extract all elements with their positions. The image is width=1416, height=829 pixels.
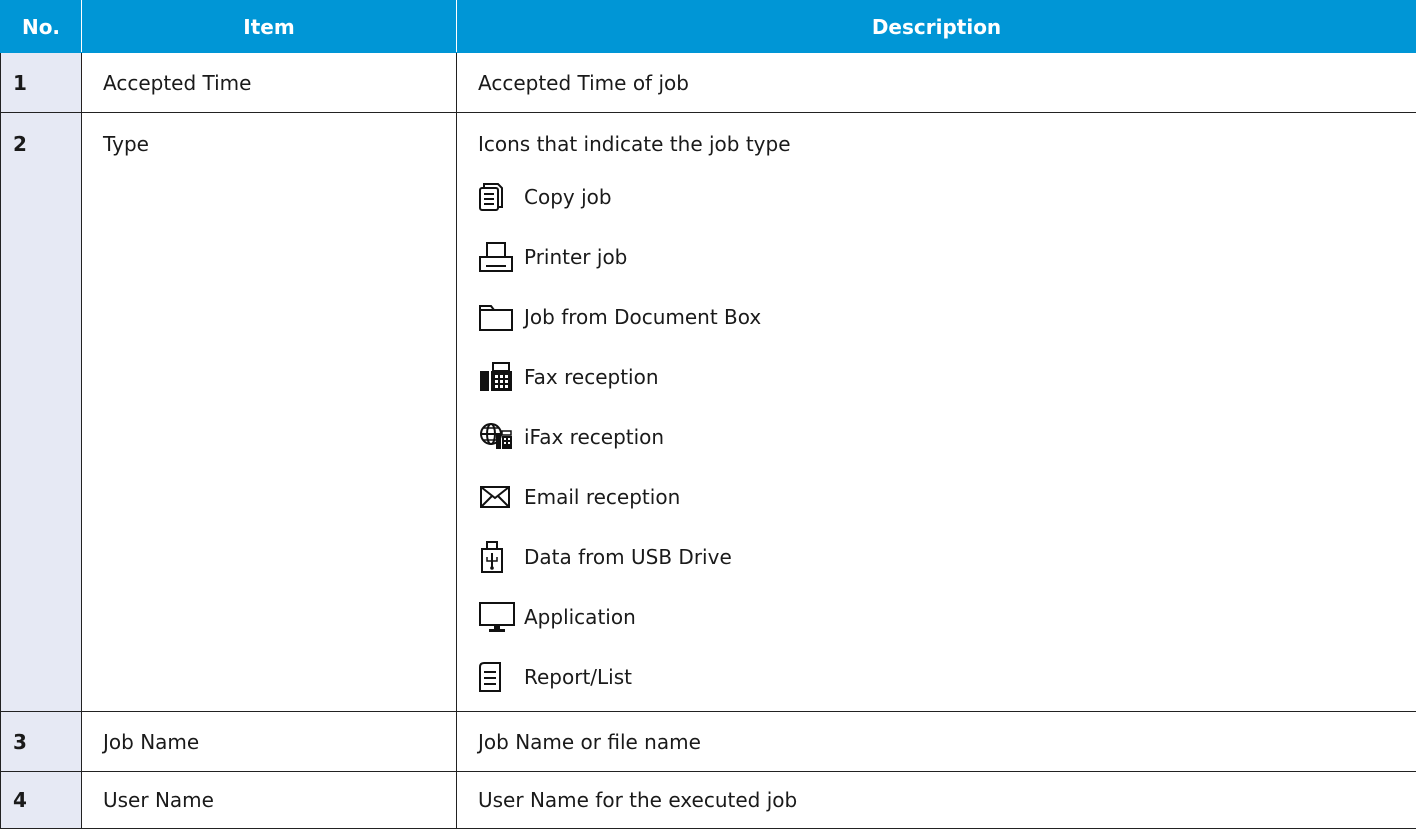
printer-icon <box>478 240 518 274</box>
row-item: Job Name <box>82 712 457 772</box>
copy-job-icon <box>478 180 518 214</box>
row-description: Accepted Time of job <box>457 53 1416 113</box>
list-item: Printer job <box>478 227 1416 287</box>
table-row: 4 User Name User Name for the executed j… <box>1 772 1416 829</box>
folder-icon <box>478 300 518 334</box>
row-number: 3 <box>1 712 82 772</box>
usb-drive-icon <box>478 540 518 574</box>
list-item: Report/List <box>478 647 1416 707</box>
job-type-list: Copy job Printer job Job from Document B… <box>478 167 1416 711</box>
job-type-label: Job from Document Box <box>524 304 761 330</box>
header-description: Description <box>457 1 1416 53</box>
job-type-label: Data from USB Drive <box>524 544 732 570</box>
job-type-label: Printer job <box>524 244 627 270</box>
report-list-icon <box>478 660 518 694</box>
list-item: iFax reception <box>478 407 1416 467</box>
row-description: Job Name or file name <box>457 712 1416 772</box>
monitor-icon <box>478 600 518 634</box>
row-item: User Name <box>82 772 457 829</box>
row-description: User Name for the executed job <box>457 772 1416 829</box>
list-item: Job from Document Box <box>478 287 1416 347</box>
table-row: 2 Type Icons that indicate the job type … <box>1 113 1416 712</box>
job-type-label: Email reception <box>524 484 680 510</box>
row-number: 2 <box>1 113 82 712</box>
row-number: 1 <box>1 53 82 113</box>
table-row: 3 Job Name Job Name or file name <box>1 712 1416 772</box>
table-header-row: No. Item Description <box>1 1 1416 53</box>
row-number: 4 <box>1 772 82 829</box>
header-item: Item <box>82 1 457 53</box>
email-envelope-icon <box>478 480 518 514</box>
job-type-label: iFax reception <box>524 424 664 450</box>
job-type-label: Copy job <box>524 184 612 210</box>
job-type-label: Application <box>524 604 636 630</box>
row-item: Accepted Time <box>82 53 457 113</box>
fax-icon <box>478 360 518 394</box>
list-item: Copy job <box>478 167 1416 227</box>
job-type-label: Report/List <box>524 664 632 690</box>
header-no: No. <box>1 1 82 53</box>
ifax-globe-icon <box>478 420 518 454</box>
row-description: Icons that indicate the job type Copy jo… <box>457 113 1416 712</box>
list-item: Fax reception <box>478 347 1416 407</box>
row-item: Type <box>82 113 457 712</box>
list-item: Application <box>478 587 1416 647</box>
table-row: 1 Accepted Time Accepted Time of job <box>1 53 1416 113</box>
type-description-text: Icons that indicate the job type <box>478 131 1416 157</box>
list-item: Data from USB Drive <box>478 527 1416 587</box>
job-type-label: Fax reception <box>524 364 659 390</box>
job-info-table: No. Item Description 1 Accepted Time Acc… <box>0 0 1416 829</box>
list-item: Email reception <box>478 467 1416 527</box>
